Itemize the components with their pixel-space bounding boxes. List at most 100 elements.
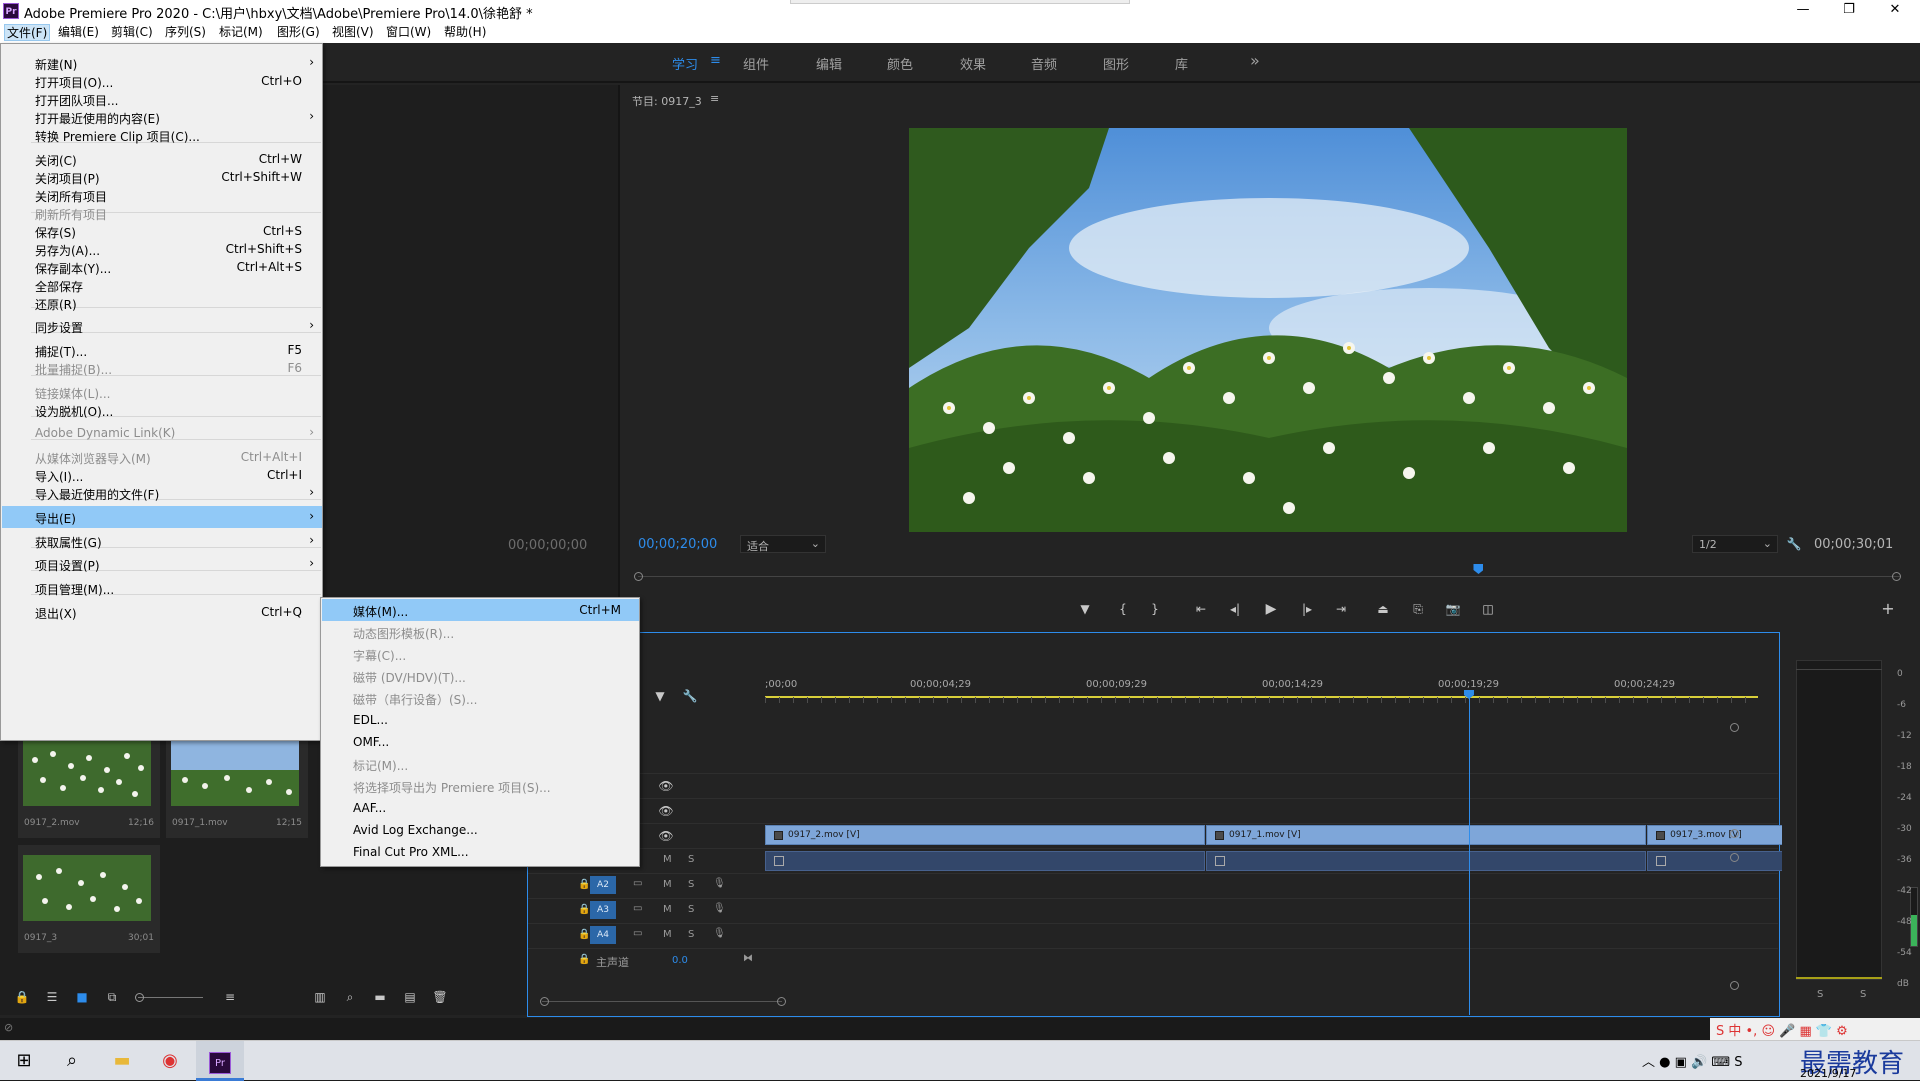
step-back-icon[interactable]: ◂| [1225,600,1245,618]
horizontal-zoom-scrollbar[interactable] [542,1001,782,1002]
mark-out-icon[interactable]: } [1145,600,1165,618]
maximize-button[interactable]: ❐ [1826,0,1872,22]
vertical-scroll-handle[interactable] [1730,723,1739,732]
menu-markers[interactable]: 标记(M) [217,24,265,41]
file-menu-item-export[interactable]: 导出(E) › [2,506,322,528]
menu-help[interactable]: 帮助(H) [442,24,488,41]
track-solo-a2[interactable]: S [688,879,694,890]
ws-tab-libraries[interactable]: 库 [1175,54,1188,73]
mic-icon[interactable]: 🎙 [713,878,726,889]
program-playhead[interactable] [1473,564,1484,574]
extract-icon[interactable]: ⎘ [1408,600,1428,618]
resolution-dropdown[interactable]: 1/2 ⌄ [1692,535,1778,553]
menu-graphics[interactable]: 图形(G) [275,24,322,41]
file-menu-item-exit[interactable]: 退出(X) Ctrl+Q [2,601,322,623]
ws-tab-color[interactable]: 颜色 [887,54,913,73]
track-mute-a3[interactable]: M [663,904,672,915]
go-to-out-icon[interactable]: ⧓ [743,953,753,964]
sort-icon[interactable]: ≡ [220,988,240,1006]
export-menu-item-media[interactable]: 媒体(M)... Ctrl+M [322,599,639,621]
track-sync-icon[interactable]: ▭ [633,903,642,914]
track-lock-icon[interactable]: 🔒 [578,929,590,940]
track-mute-a1[interactable]: M [663,854,672,865]
freeform-view-icon[interactable]: ⧉ [102,988,122,1006]
fit-dropdown[interactable]: 适合 ⌄ [740,535,826,553]
mark-in-icon[interactable]: { [1113,600,1133,618]
file-explorer-icon[interactable]: ▬ [98,1041,146,1081]
add-marker-icon[interactable]: ▼ [650,687,670,705]
menu-window[interactable]: 窗口(W) [384,24,433,41]
track-mute-a2[interactable]: M [663,879,672,890]
scrubber-start-handle[interactable] [634,572,643,581]
menu-file[interactable]: 文件(F) [4,24,51,41]
meter-solo-right[interactable]: S [1860,989,1866,1000]
lock-icon[interactable]: 🔒 [12,988,32,1006]
track-sync-icon[interactable]: ▭ [633,928,642,939]
icon-view-icon[interactable]: ■ [72,988,92,1006]
file-menu-item-convert-clip[interactable]: 转换 Premiere Clip 项目(C)... [2,124,322,146]
step-forward-icon[interactable]: |▸ [1297,600,1317,618]
file-menu-item-import-recent[interactable]: 导入最近使用的文件(F) › [2,482,322,504]
audio-clip[interactable] [1206,851,1647,871]
windows-start-icon[interactable]: ⊞ [0,1041,48,1081]
master-volume-value[interactable]: 0.0 [672,955,688,966]
scroll-end-handle[interactable] [777,997,786,1006]
ime-toolbar[interactable]: S 中 •, ☺ 🎤 ▦ 👕 ⚙ [1710,1018,1920,1040]
export-menu-item-avid-log-exchange[interactable]: Avid Log Exchange... [322,819,639,841]
new-item-icon[interactable]: ▤ [400,988,420,1006]
automate-icon[interactable]: ▥ [310,988,330,1006]
video-clip[interactable]: 0917_2.mov [V] [765,825,1206,845]
comparison-view-icon[interactable]: ◫ [1478,600,1498,618]
eye-icon[interactable]: 👁 [656,777,676,795]
meter-solo-left[interactable]: S [1817,989,1823,1000]
ws-menu-icon[interactable]: ≡ [710,53,721,68]
scroll-start-handle[interactable] [540,997,549,1006]
track-solo-a4[interactable]: S [688,929,694,940]
ws-tab-editing[interactable]: 编辑 [816,54,842,73]
track-lock-icon[interactable]: 🔒 [578,904,590,915]
go-to-in-icon[interactable]: ⇤ [1191,600,1211,618]
export-menu-item-edl[interactable]: EDL... [322,709,639,731]
track-target-a2[interactable]: A2 [590,876,616,894]
eye-icon[interactable]: 👁 [656,802,676,820]
ws-tab-learn[interactable]: 学习 [672,54,698,73]
file-menu-item-make-offline[interactable]: 设为脱机(O)... [2,399,322,421]
go-to-out-icon[interactable]: ⇥ [1331,600,1351,618]
find-icon[interactable]: ⌕ [340,988,360,1006]
ws-more-icon[interactable]: » [1250,51,1260,70]
file-menu-item-revert[interactable]: 还原(R) [2,292,322,314]
wrench-icon[interactable]: 🔧 [1784,535,1804,553]
scrubber-end-handle[interactable] [1892,572,1901,581]
zoom-slider[interactable] [138,997,203,998]
panel-menu-icon[interactable]: ≡ [710,92,719,105]
menu-clip[interactable]: 剪辑(C) [109,24,155,41]
search-icon[interactable]: ⌕ [48,1041,96,1081]
lift-icon[interactable]: ⏏ [1373,600,1393,618]
track-target-a3[interactable]: A3 [590,901,616,919]
program-scrubber[interactable] [638,576,1900,577]
play-button[interactable]: ▶ [1261,600,1281,618]
file-menu-item-project-settings[interactable]: 项目设置(P) › [2,553,322,575]
file-menu-item-get-properties[interactable]: 获取属性(G) › [2,530,322,552]
ws-tab-audio[interactable]: 音频 [1031,54,1057,73]
ws-tab-effects[interactable]: 效果 [960,54,986,73]
tray-icons[interactable]: ︿ ● ▣ 🔊 ⌨ S [1642,1051,1743,1070]
mic-icon[interactable]: 🎙 [713,928,726,939]
export-menu-item-omf[interactable]: OMF... [322,731,639,753]
ws-tab-assembly[interactable]: 组件 [743,54,769,73]
list-view-icon[interactable]: ☰ [42,988,62,1006]
menu-edit[interactable]: 编辑(E) [56,24,101,41]
track-mute-a4[interactable]: M [663,929,672,940]
mic-icon[interactable]: 🎙 [713,903,726,914]
file-menu-item-sync-settings[interactable]: 同步设置 › [2,315,322,337]
track-solo-a1[interactable]: S [688,854,694,865]
timeline-playhead-line[interactable] [1469,695,1470,1015]
audio-clip[interactable] [765,851,1206,871]
program-monitor-title[interactable]: 节目: 0917_3 [632,93,702,109]
vertical-scroll-handle[interactable] [1730,981,1739,990]
menu-sequence[interactable]: 序列(S) [163,24,208,41]
trash-icon[interactable]: 🗑 [430,988,450,1006]
track-target-a4[interactable]: A4 [590,926,616,944]
zoom-slider-handle[interactable] [135,993,144,1002]
export-menu-item-aaf[interactable]: AAF... [322,797,639,819]
